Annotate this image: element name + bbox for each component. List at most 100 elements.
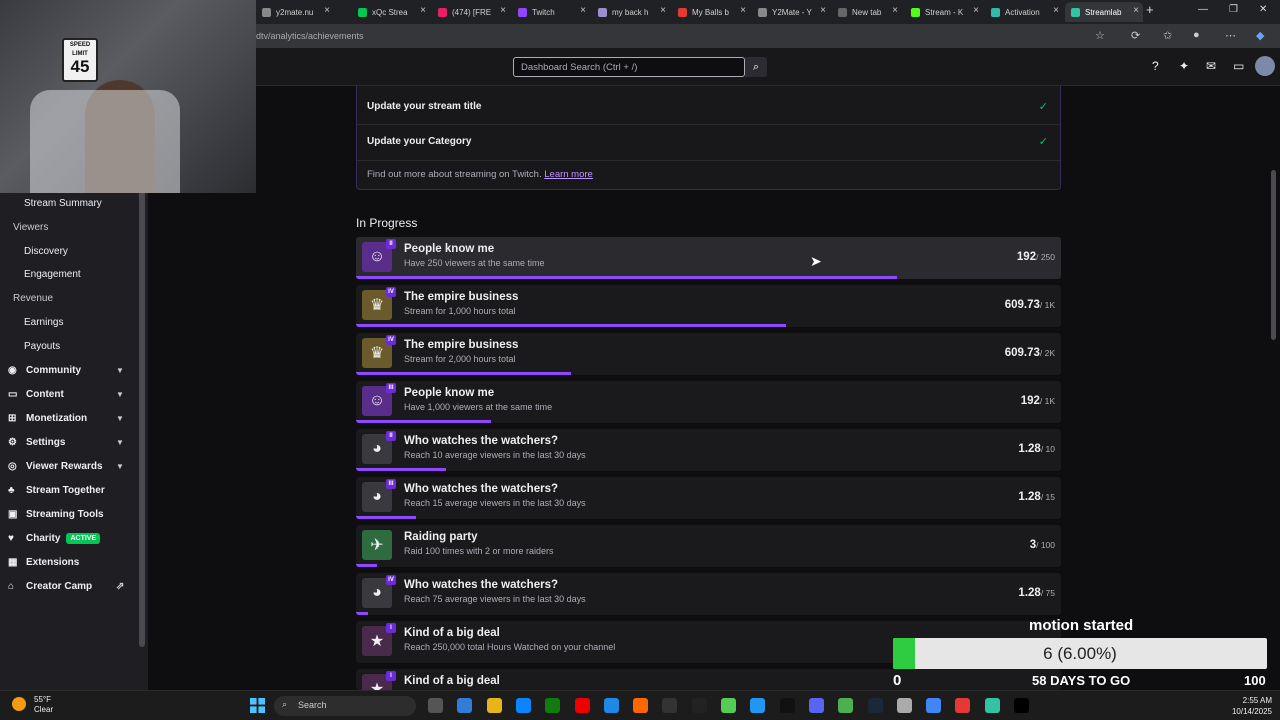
youtube-icon[interactable] bbox=[574, 698, 590, 713]
extensions-icon[interactable]: ⟳ bbox=[1131, 29, 1140, 42]
url-text[interactable]: dtv/analytics/achievements bbox=[256, 31, 364, 41]
sidebar-item-settings[interactable]: ⚙ Settings ▼ bbox=[0, 432, 134, 452]
achievement-row[interactable]: ◕ IV Who watches the watchers? Reach 75 ave… bbox=[356, 573, 1061, 615]
app-icon[interactable] bbox=[633, 698, 649, 713]
browser-tab[interactable]: Activation × bbox=[985, 2, 1063, 22]
task-view-icon[interactable] bbox=[428, 698, 443, 713]
app3-icon[interactable] bbox=[867, 698, 883, 713]
restore-button[interactable]: ❐ bbox=[1229, 4, 1238, 15]
achievement-row[interactable]: ✈ Raiding party Raid 100 times with 2 or m… bbox=[356, 525, 1061, 567]
sidebar-item-creator-camp[interactable]: ⌂ Creator Camp ⇗ bbox=[0, 576, 134, 596]
sidebar-item-extensions[interactable]: ▦ Extensions bbox=[0, 552, 134, 572]
file-explorer-icon[interactable] bbox=[486, 698, 502, 713]
minimize-button[interactable]: — bbox=[1198, 4, 1208, 15]
sidebar-item-streaming-tools[interactable]: ▣ Streaming Tools bbox=[0, 504, 134, 524]
browser-tab[interactable]: Streamlab × bbox=[1065, 2, 1143, 22]
close-tab-icon[interactable]: × bbox=[324, 5, 330, 16]
close-tab-icon[interactable]: × bbox=[660, 5, 666, 16]
close-tab-icon[interactable]: × bbox=[892, 5, 898, 16]
chevron-down-icon[interactable]: ▼ bbox=[116, 390, 124, 399]
app4-icon[interactable] bbox=[984, 698, 1000, 713]
chevron-down-icon[interactable]: ▼ bbox=[116, 438, 124, 447]
browser-tab[interactable]: Twitch × bbox=[512, 2, 590, 22]
weather-icon[interactable] bbox=[12, 697, 26, 711]
start-icon[interactable] bbox=[250, 698, 265, 713]
browser-tab[interactable]: (474) [FRE × bbox=[432, 2, 510, 22]
close-tab-icon[interactable]: × bbox=[500, 5, 506, 16]
sidebar-item-stream-together[interactable]: ♣ Stream Together bbox=[0, 480, 134, 500]
sidebar-item-viewer-rewards[interactable]: ◎ Viewer Rewards ▼ bbox=[0, 456, 134, 476]
copilot-icon[interactable] bbox=[457, 698, 473, 713]
close-tab-icon[interactable]: × bbox=[1133, 5, 1139, 16]
sidebar-item-earnings[interactable]: Earnings bbox=[0, 312, 134, 332]
help-icon[interactable]: ? bbox=[1152, 59, 1159, 73]
close-tab-icon[interactable]: × bbox=[1053, 5, 1059, 16]
achievement-row[interactable]: ♛ IV The empire business Stream for 2,000 h… bbox=[356, 333, 1061, 375]
weather-widget[interactable]: 55°F Clear bbox=[34, 695, 53, 715]
steam-icon[interactable] bbox=[838, 698, 854, 713]
close-tab-icon[interactable]: × bbox=[420, 5, 426, 16]
edge-icon[interactable] bbox=[515, 698, 531, 713]
achievement-row[interactable]: ◕ III Who watches the watchers? Reach 15 av… bbox=[356, 477, 1061, 519]
external-link-icon[interactable]: ⇗ bbox=[116, 581, 124, 592]
browser-tab[interactable]: My Balls b × bbox=[672, 2, 750, 22]
chevron-down-icon[interactable]: ▼ bbox=[116, 462, 124, 471]
sparkle-icon[interactable]: ✦ bbox=[1179, 59, 1189, 73]
sidebar-item-stream-summary[interactable]: Stream Summary bbox=[0, 193, 134, 213]
opera-icon[interactable] bbox=[926, 698, 942, 713]
store-icon[interactable] bbox=[603, 698, 619, 713]
checklist-item-category[interactable]: Update your Category bbox=[367, 136, 471, 147]
achievement-row[interactable]: ☺ III People know me Have 1,000 viewers at … bbox=[356, 381, 1061, 423]
close-window-button[interactable]: ✕ bbox=[1259, 4, 1267, 15]
dashboard-search-input[interactable]: Dashboard Search (Ctrl + /) bbox=[513, 57, 745, 77]
epic-icon[interactable] bbox=[691, 698, 707, 713]
avatar[interactable] bbox=[1255, 56, 1275, 76]
chevron-down-icon[interactable]: ▼ bbox=[116, 414, 124, 423]
close-tab-icon[interactable]: × bbox=[973, 5, 979, 16]
sidebar-item-payouts[interactable]: Payouts bbox=[0, 336, 134, 356]
twitch-app-icon[interactable] bbox=[750, 698, 766, 713]
favorites-icon[interactable]: ✩ bbox=[1163, 29, 1172, 42]
app5-icon[interactable] bbox=[1014, 698, 1029, 713]
sidebar-item-monetization[interactable]: ⊞ Monetization ▼ bbox=[0, 408, 134, 428]
close-tab-icon[interactable]: × bbox=[580, 5, 586, 16]
learn-more-link[interactable]: Learn more bbox=[544, 169, 593, 180]
xbox-icon[interactable] bbox=[545, 698, 561, 713]
browser-tab[interactable]: my back h × bbox=[592, 2, 670, 22]
sidebar-item-engagement[interactable]: Engagement bbox=[0, 264, 134, 284]
app2-icon[interactable] bbox=[808, 698, 824, 713]
sidebar-item-content[interactable]: ▭ Content ▼ bbox=[0, 384, 134, 404]
achievement-row[interactable]: ◕ II Who watches the watchers? Reach 10 ave… bbox=[356, 429, 1061, 471]
sidebar-item-community[interactable]: ◉ Community ▼ bbox=[0, 360, 134, 380]
checklist-item-stream-title[interactable]: Update your stream title bbox=[367, 101, 481, 112]
profile-icon[interactable]: ● bbox=[1193, 29, 1200, 41]
whispers-icon[interactable]: ▭ bbox=[1233, 59, 1244, 73]
discord-icon[interactable] bbox=[779, 698, 795, 713]
achievement-row[interactable]: ☺ II People know me Have 250 viewers at the… bbox=[356, 237, 1061, 279]
browser-tab[interactable]: y2mate.nu × bbox=[256, 2, 334, 22]
github-icon[interactable] bbox=[662, 698, 678, 713]
browser-tab[interactable]: xQc Strea × bbox=[352, 2, 430, 22]
achievement-row[interactable]: ★ I Kind of a big deal bbox=[356, 669, 1061, 690]
star-icon[interactable]: ☆ bbox=[1095, 29, 1105, 42]
chevron-down-icon[interactable]: ▼ bbox=[116, 366, 124, 375]
close-tab-icon[interactable]: × bbox=[740, 5, 746, 16]
photos-icon[interactable] bbox=[721, 698, 736, 713]
sidebar-item-discovery[interactable]: Discovery bbox=[0, 241, 134, 261]
clock[interactable]: 2:55 AM 10/14/2025 bbox=[1232, 695, 1272, 717]
search-icon[interactable]: ⌕ bbox=[745, 57, 767, 77]
browser-tab[interactable]: Stream - K × bbox=[905, 2, 983, 22]
achievement-row[interactable]: ♛ IV The empire business Stream for 1,000 h… bbox=[356, 285, 1061, 327]
new-tab-button[interactable]: + bbox=[1146, 2, 1154, 17]
taskbar-search[interactable]: ⌕ Search bbox=[274, 696, 416, 716]
inbox-icon[interactable]: ✉ bbox=[1206, 59, 1216, 73]
main-scrollbar[interactable] bbox=[1271, 170, 1276, 340]
close-tab-icon[interactable]: × bbox=[820, 5, 826, 16]
streamlabs-icon[interactable] bbox=[955, 698, 971, 713]
more-icon[interactable]: ⋯ bbox=[1225, 29, 1236, 42]
browser-tab[interactable]: New tab × bbox=[832, 2, 902, 22]
chrome-icon[interactable] bbox=[896, 698, 912, 713]
browser-tab[interactable]: Y2Mate - Y × bbox=[752, 2, 830, 22]
sidebar-item-charity[interactable]: ♥ Charity ACTIVE bbox=[0, 528, 134, 548]
copilot-icon[interactable]: ◆ bbox=[1256, 29, 1264, 42]
